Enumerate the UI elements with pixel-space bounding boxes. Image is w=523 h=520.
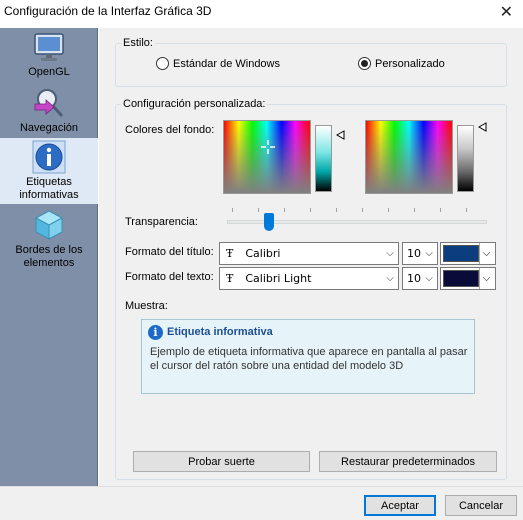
preview-text: Ejemplo de etiqueta informativa que apar…: [150, 346, 468, 372]
radio-personalizado[interactable]: Personalizado: [358, 57, 445, 70]
dialog-footer: Aceptar Cancelar: [0, 486, 523, 520]
sidebar-item-bordes[interactable]: Bordes de los elementos: [0, 208, 98, 272]
custom-group-legend: Configuración personalizada:: [121, 98, 268, 110]
text-font-value: Calibri Light: [245, 272, 312, 285]
text-font-select[interactable]: Ŧ Calibri Light ⌵: [219, 267, 399, 290]
sidebar-item-label: Navegación: [19, 122, 79, 134]
info-icon: [32, 140, 66, 174]
cube-icon: [34, 210, 64, 240]
monitor-icon: [34, 33, 64, 61]
luminance-bar-1[interactable]: [315, 125, 332, 192]
window-titlebar: Configuración de la Interfaz Gráfica 3D …: [0, 0, 523, 24]
cancel-button[interactable]: Cancelar: [445, 495, 517, 516]
font-icon: Ŧ: [226, 272, 234, 285]
chevron-down-icon: ⌵: [386, 273, 394, 284]
ok-button[interactable]: Aceptar: [364, 495, 436, 516]
background-colors-label: Colores del fondo:: [125, 124, 215, 136]
background-color-picker-2[interactable]: [365, 120, 453, 194]
luminance-pointer-icon[interactable]: [478, 122, 487, 132]
sidebar-item-navegacion[interactable]: Navegación: [0, 86, 98, 138]
radio-label: Estándar de Windows: [173, 57, 280, 70]
title-format-label: Formato del título:: [125, 246, 214, 258]
title-size-select[interactable]: 10 ⌵: [402, 242, 438, 265]
sidebar-item-etiquetas[interactable]: Etiquetas informativas: [0, 138, 98, 204]
text-size-select[interactable]: 10 ⌵: [402, 267, 438, 290]
style-group-legend: Estilo:: [121, 37, 155, 49]
sidebar-item-label: Bordes de los elementos: [15, 244, 83, 269]
tooltip-preview: i Etiqueta informativa Ejemplo de etique…: [141, 319, 475, 394]
transparency-label: Transparencia:: [125, 216, 198, 228]
preview-title: Etiqueta informativa: [167, 326, 273, 338]
luminance-pointer-icon[interactable]: [336, 130, 345, 140]
sidebar-item-opengl[interactable]: OpenGL: [0, 30, 98, 84]
window-title: Configuración de la Interfaz Gráfica 3D: [4, 4, 212, 18]
luminance-bar-2[interactable]: [457, 125, 474, 192]
title-font-select[interactable]: Ŧ Calibri ⌵: [219, 242, 399, 265]
settings-panel: Estilo: Estándar de Windows Personalizad…: [99, 28, 523, 486]
title-font-value: Calibri: [245, 247, 281, 260]
sample-label: Muestra:: [125, 300, 168, 312]
chevron-down-icon: ⌵: [479, 243, 493, 264]
title-size-value: 10: [407, 247, 421, 260]
sidebar-item-label: OpenGL: [28, 66, 70, 78]
radio-dot: [156, 57, 169, 70]
radio-label: Personalizado: [375, 57, 445, 70]
chevron-down-icon: ⌵: [479, 268, 493, 289]
chevron-down-icon: ⌵: [425, 248, 433, 259]
navigation-icon: [34, 89, 64, 118]
slider-thumb[interactable]: [263, 213, 274, 231]
title-color-chip: [443, 245, 479, 262]
radio-dot: [358, 57, 371, 70]
text-format-label: Formato del texto:: [125, 271, 214, 283]
restore-defaults-button[interactable]: Restaurar predeterminados: [319, 451, 497, 472]
font-icon: Ŧ: [226, 247, 234, 260]
close-icon[interactable]: ✕: [500, 2, 513, 22]
chevron-down-icon: ⌵: [425, 273, 433, 284]
text-color-chip: [443, 270, 479, 287]
info-icon: i: [148, 325, 163, 340]
crosshair-icon: [261, 140, 275, 154]
radio-estandar[interactable]: Estándar de Windows: [156, 57, 280, 70]
background-color-picker-1[interactable]: [223, 120, 311, 194]
chevron-down-icon: ⌵: [386, 248, 394, 259]
text-size-value: 10: [407, 272, 421, 285]
title-color-picker[interactable]: ⌵: [440, 242, 496, 265]
text-color-picker[interactable]: ⌵: [440, 267, 496, 290]
random-button[interactable]: Probar suerte: [133, 451, 310, 472]
sidebar: OpenGL Navegación Etiquetas informativas…: [0, 28, 98, 486]
sidebar-item-label: Etiquetas informativas: [19, 176, 79, 201]
